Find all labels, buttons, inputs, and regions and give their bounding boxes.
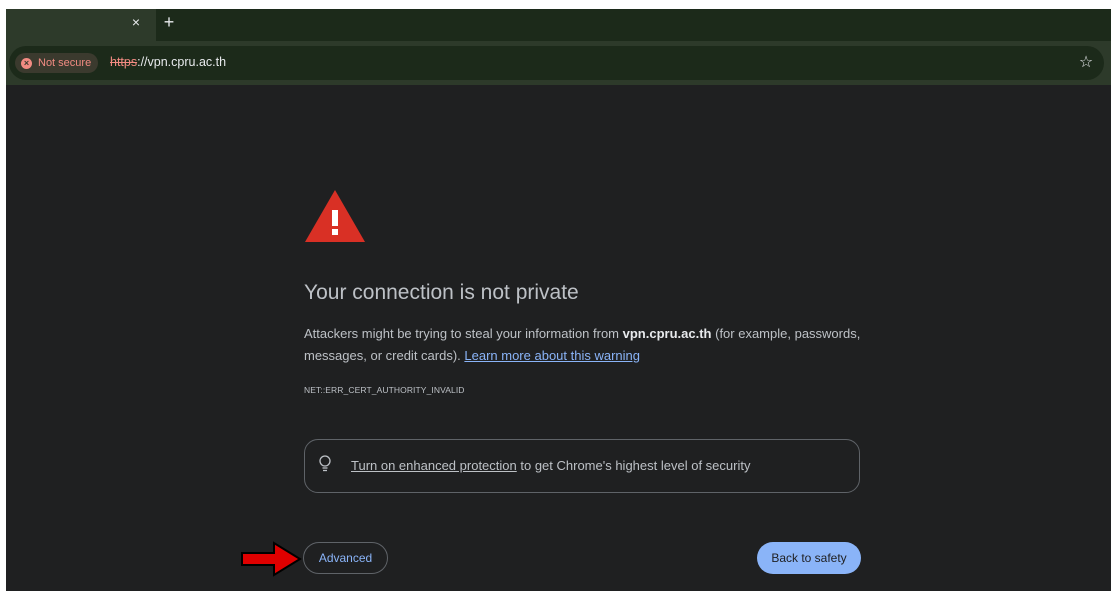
browser-window: × + × Not secure https://vpn.cpru.ac.th …: [6, 9, 1111, 591]
toolbar: × Not secure https://vpn.cpru.ac.th ☆: [6, 41, 1111, 85]
star-icon[interactable]: ☆: [1076, 53, 1096, 73]
desc-text-1: Attackers might be trying to steal your …: [304, 326, 623, 341]
active-tab[interactable]: ×: [6, 9, 156, 41]
enhanced-protection-box: Turn on enhanced protection to get Chrom…: [304, 439, 860, 493]
interstitial-page: Your connection is not private Attackers…: [6, 85, 1111, 591]
address-bar[interactable]: × Not secure https://vpn.cpru.ac.th ☆: [9, 46, 1104, 80]
red-arrow-icon: [241, 541, 302, 577]
page-title: Your connection is not private: [304, 281, 579, 304]
url-scheme: https: [110, 55, 138, 69]
url-text[interactable]: https://vpn.cpru.ac.th: [110, 55, 226, 69]
warning-description: Attackers might be trying to steal your …: [304, 323, 864, 367]
warning-triangle-icon: [305, 190, 365, 242]
security-chip[interactable]: × Not secure: [15, 53, 99, 73]
enhanced-protection-rest: to get Chrome's highest level of securit…: [516, 458, 751, 473]
tab-strip: × +: [6, 9, 1111, 41]
error-circle-icon: ×: [21, 57, 32, 69]
lightbulb-icon: [319, 455, 331, 472]
error-code: NET::ERR_CERT_AUTHORITY_INVALID: [304, 385, 465, 395]
advanced-button[interactable]: Advanced: [303, 542, 388, 574]
enhanced-protection-text: Turn on enhanced protection to get Chrom…: [351, 458, 750, 473]
security-chip-label: Not secure: [38, 57, 92, 69]
new-tab-icon[interactable]: +: [160, 13, 178, 31]
learn-more-link[interactable]: Learn more about this warning: [464, 348, 640, 363]
enhanced-protection-link[interactable]: Turn on enhanced protection: [351, 458, 517, 473]
desc-host: vpn.cpru.ac.th: [622, 326, 712, 341]
back-to-safety-button[interactable]: Back to safety: [757, 542, 861, 574]
close-tab-icon[interactable]: ×: [128, 14, 144, 30]
url-host: ://vpn.cpru.ac.th: [137, 55, 227, 69]
